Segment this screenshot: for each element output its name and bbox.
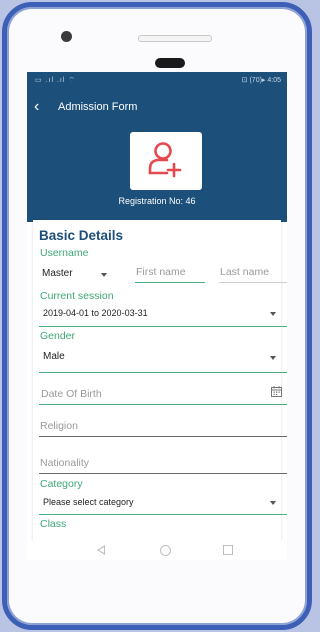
last-name-input[interactable]: Last name (220, 266, 269, 278)
avatar[interactable] (130, 132, 202, 190)
front-camera (61, 31, 72, 42)
speaker-grill (138, 35, 212, 42)
session-select[interactable]: 2019-04-01 to 2020-03-31 (43, 308, 148, 318)
back-arrow-icon[interactable]: ‹ (34, 99, 39, 115)
religion-input[interactable]: Religion (40, 420, 78, 432)
dob-underline (39, 404, 287, 405)
add-user-icon (148, 142, 182, 178)
page-title: Admission Form (58, 101, 138, 113)
session-label: Current session (40, 290, 114, 302)
first-name-input[interactable]: First name (136, 266, 186, 278)
status-bar: ▭ .ıl .ıl ⌔ ⊡ (70)▸ 4:05 (27, 72, 287, 88)
nav-recents-icon[interactable] (223, 545, 233, 555)
religion-underline (39, 436, 287, 437)
nav-back-icon[interactable] (97, 545, 105, 555)
earpiece (155, 58, 185, 68)
category-select[interactable]: Please select category (43, 497, 134, 507)
date-of-birth-input[interactable]: Date Of Birth (41, 388, 102, 400)
section-heading: Basic Details (39, 228, 124, 243)
salutation-select[interactable]: Master (42, 268, 73, 279)
last-name-underline (219, 282, 287, 283)
chevron-down-icon[interactable] (101, 273, 107, 277)
chevron-down-icon[interactable] (270, 356, 276, 360)
username-label: Username (40, 247, 89, 259)
app-screen: ▭ .ıl .ıl ⌔ ⊡ (70)▸ 4:05 ‹ Admission For… (27, 72, 287, 560)
status-icons-left: ▭ .ıl .ıl ⌔ (35, 77, 76, 84)
nationality-input[interactable]: Nationality (40, 457, 89, 469)
first-name-underline (135, 282, 205, 283)
gender-select[interactable]: Male (43, 351, 65, 362)
status-icons-right: ⊡ (70)▸ 4:05 (241, 77, 281, 84)
basic-details-card: Basic Details Username Master First name… (33, 220, 287, 540)
category-underline (39, 514, 287, 515)
app-header: ▭ .ıl .ıl ⌔ ⊡ (70)▸ 4:05 ‹ Admission For… (27, 72, 287, 222)
chevron-down-icon[interactable] (270, 501, 276, 505)
chevron-down-icon[interactable] (270, 312, 276, 316)
registration-number: Registration No: 46 (118, 196, 196, 206)
gender-underline (39, 372, 287, 373)
nationality-underline (39, 473, 287, 474)
android-nav-bar (27, 540, 287, 560)
class-label: Class (40, 518, 67, 530)
category-label: Category (40, 478, 83, 490)
session-underline (39, 326, 287, 327)
calendar-icon[interactable] (271, 386, 282, 397)
nav-home-icon[interactable] (160, 545, 171, 556)
gender-label: Gender (40, 330, 76, 342)
